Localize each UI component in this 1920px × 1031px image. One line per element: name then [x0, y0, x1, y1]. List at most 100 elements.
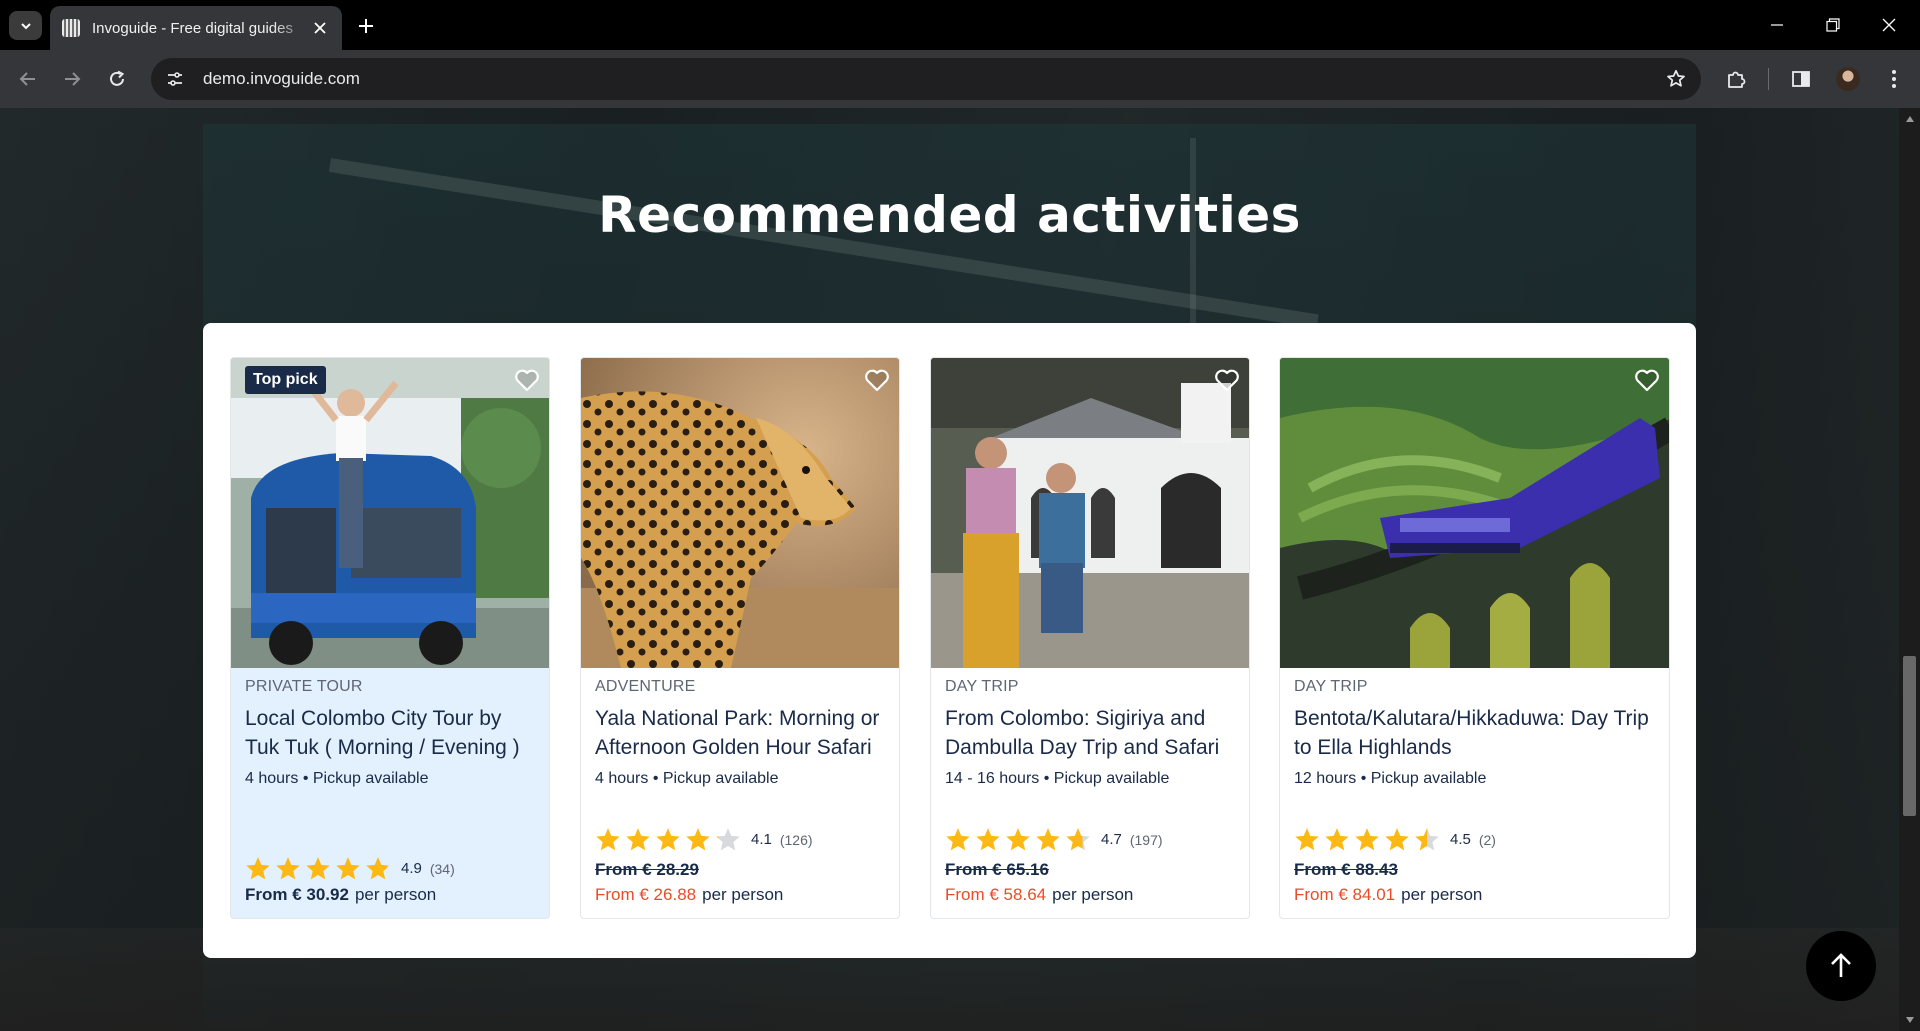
chevron-down-icon [20, 22, 31, 29]
rating-value: 4.9 [401, 860, 422, 877]
heart-icon [515, 369, 539, 392]
star-icon [596, 828, 620, 851]
rating: 4.1 (126) [595, 827, 813, 852]
site-info-button[interactable] [161, 65, 189, 93]
activity-title[interactable]: Bentota/Kalutara/Hikkaduwa: Day Trip to … [1294, 704, 1655, 762]
rating-count: (2) [1478, 831, 1496, 848]
sale-price: From € 84.01 [1294, 885, 1396, 904]
bookmark-button[interactable] [1663, 66, 1689, 92]
puzzle-icon [1728, 71, 1746, 88]
extensions-button[interactable] [1720, 63, 1752, 95]
original-price: From € 88.43 [1294, 860, 1398, 879]
side-panel-icon [1792, 71, 1810, 87]
star-icon [946, 828, 970, 851]
heart-icon [1635, 369, 1659, 392]
star-icon [1355, 828, 1379, 851]
close-window-button[interactable] [1866, 10, 1912, 40]
activity-card[interactable]: DAY TRIP Bentota/Kalutara/Hikkaduwa: Day… [1279, 357, 1670, 919]
price-row: From € 30.92 per person [245, 885, 436, 905]
card-body: PRIVATE TOUR Local Colombo City Tour by … [245, 678, 535, 788]
star-icon [246, 857, 270, 880]
rating-count: (197) [1129, 831, 1163, 848]
wishlist-button[interactable] [861, 364, 893, 396]
price-row: From € 26.88 per person [595, 885, 783, 905]
stars [945, 827, 1091, 852]
tab-close-button[interactable] [310, 18, 330, 38]
activity-title[interactable]: Local Colombo City Tour by Tuk Tuk ( Mor… [245, 704, 535, 762]
activity-title[interactable]: Yala National Park: Morning or Afternoon… [595, 704, 885, 762]
tab-search-button[interactable] [9, 11, 42, 40]
star-icon [336, 857, 360, 880]
menu-button[interactable] [1878, 63, 1910, 95]
star-icon [276, 857, 300, 880]
page-scrollbar[interactable] [1899, 108, 1920, 1031]
more-vert-icon [1892, 70, 1896, 88]
star-icon [1385, 828, 1409, 851]
star-icon [1066, 828, 1090, 851]
heart-icon [865, 369, 889, 392]
heart-icon [1215, 369, 1239, 392]
site-favicon-icon [62, 19, 80, 37]
star-icon [686, 828, 710, 851]
close-icon [1882, 18, 1896, 32]
rating-count: (34) [429, 860, 455, 877]
reload-button[interactable] [100, 62, 134, 96]
activity-card[interactable]: ADVENTURE Yala National Park: Morning or… [580, 357, 900, 919]
rating-value: 4.5 [1450, 831, 1471, 848]
rating: 4.9 (34) [245, 856, 455, 881]
back-button[interactable] [11, 62, 45, 96]
scroll-down-arrow[interactable] [1899, 1011, 1920, 1029]
toolbar-divider [1768, 68, 1769, 90]
wishlist-button[interactable] [1211, 364, 1243, 396]
star-icon [1006, 828, 1030, 851]
arrow-right-icon [65, 72, 81, 86]
side-panel-button[interactable] [1785, 63, 1817, 95]
star-icon [656, 828, 680, 851]
star-icon [626, 828, 650, 851]
wishlist-button[interactable] [1631, 364, 1663, 396]
forward-button[interactable] [55, 62, 89, 96]
activity-category: DAY TRIP [1294, 678, 1368, 695]
activity-category: ADVENTURE [595, 678, 696, 695]
plus-icon [359, 19, 373, 33]
star-icon [716, 828, 740, 851]
top-pick-badge: Top pick [245, 366, 326, 394]
restore-button[interactable] [1810, 10, 1856, 40]
scroll-to-top-button[interactable] [1806, 931, 1876, 1001]
rating-value: 4.7 [1101, 831, 1122, 848]
profile-button[interactable] [1832, 63, 1864, 95]
address-bar[interactable]: demo.invoguide.com [151, 58, 1701, 100]
activity-meta: 14 - 16 hours • Pickup available [945, 770, 1170, 787]
star-icon [976, 828, 1000, 851]
stars [595, 827, 741, 852]
tune-icon [168, 72, 182, 86]
url-text: demo.invoguide.com [203, 69, 360, 88]
scroll-up-arrow[interactable] [1899, 110, 1920, 128]
minimize-button[interactable] [1754, 10, 1800, 40]
activity-title[interactable]: From Colombo: Sigiriya and Dambulla Day … [945, 704, 1235, 762]
price: From € 30.92 [245, 885, 349, 904]
scrollbar-thumb[interactable] [1903, 656, 1916, 816]
active-tab[interactable]: Invoguide - Free digital guides [50, 6, 342, 50]
new-tab-button[interactable] [352, 12, 380, 40]
star-icon [1036, 828, 1060, 851]
activity-meta: 4 hours • Pickup available [595, 770, 779, 787]
activity-image-tuk-tuk: Top pick [231, 358, 549, 668]
star-icon [366, 857, 390, 880]
arrow-up-icon [1831, 953, 1851, 977]
rating: 4.7 (197) [945, 827, 1163, 852]
triangle-down-icon [1905, 1017, 1914, 1023]
tab-title: Invoguide - Free digital guides [92, 19, 293, 37]
card-body: DAY TRIP From Colombo: Sigiriya and Damb… [945, 678, 1235, 788]
restore-icon [1826, 18, 1840, 32]
original-price: From € 65.16 [945, 860, 1049, 879]
wishlist-button[interactable] [511, 364, 543, 396]
triangle-up-icon [1905, 116, 1914, 122]
activity-category: PRIVATE TOUR [245, 678, 363, 695]
per-person-label: per person [1052, 885, 1134, 904]
per-person-label: per person [702, 885, 784, 904]
activity-card[interactable]: DAY TRIP From Colombo: Sigiriya and Damb… [930, 357, 1250, 919]
price-row: From € 84.01 per person [1294, 885, 1482, 905]
activity-card[interactable]: Top pick PRIVATE TOUR Local Colombo City… [230, 357, 550, 919]
star-icon [1415, 828, 1439, 851]
